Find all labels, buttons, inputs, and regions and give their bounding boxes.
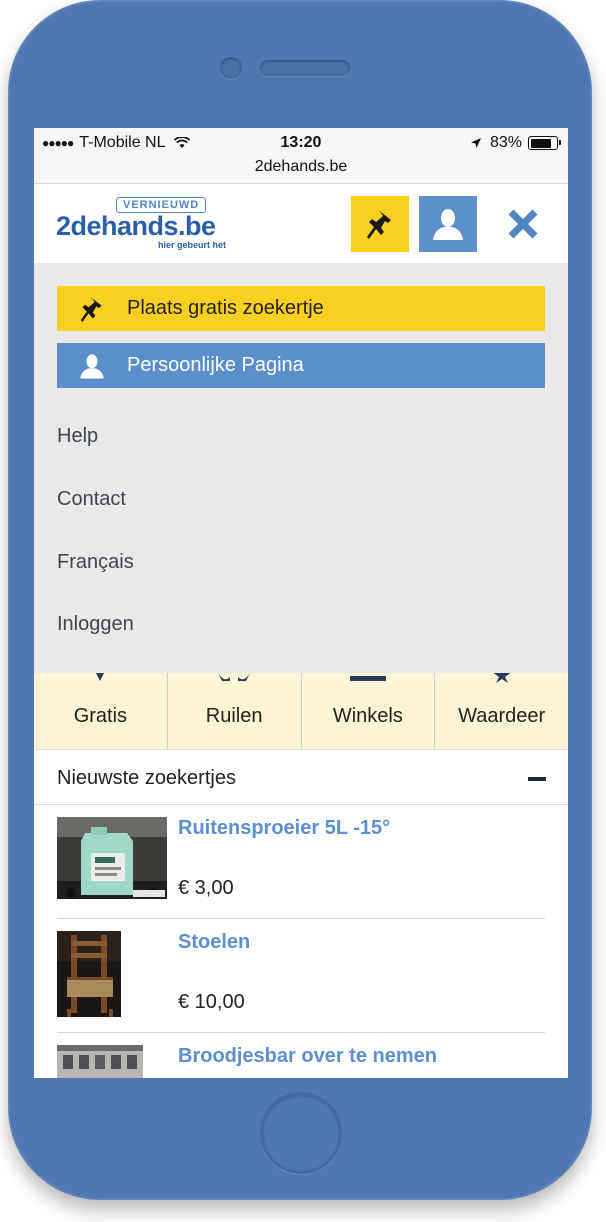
menu-link-contact[interactable]: Contact (57, 488, 126, 511)
listing-price: € 10,00 (178, 991, 245, 1013)
user-icon (433, 209, 463, 240)
site-header: VERNIEUWD 2dehands.be hier gebeurt het (34, 185, 568, 263)
location-arrow-icon (470, 138, 481, 148)
category-gratis[interactable]: Gratis (34, 673, 168, 749)
pushpin-icon (367, 210, 391, 239)
shop-icon (349, 676, 386, 681)
logo-tagline: hier gebeurt het (158, 240, 227, 250)
listing-title[interactable]: Broodjesbar over te nemen (178, 1045, 437, 1068)
logo-text: 2dehands.be (56, 211, 216, 241)
personal-page-label: Persoonlijke Pagina (127, 354, 304, 376)
menu-link-francais[interactable]: Français (57, 551, 134, 574)
close-menu-button[interactable] (494, 196, 552, 252)
category-waardeer[interactable]: Waardeer (435, 673, 568, 749)
address-url[interactable]: 2dehands.be (34, 158, 568, 176)
chair-photo-icon (57, 931, 121, 1022)
listing-item[interactable]: Stoelen € 10,00 (57, 919, 545, 1033)
camera (220, 57, 242, 79)
listing-title[interactable]: Ruitensproeier 5L -15° (178, 817, 390, 840)
place-ad-label: Plaats gratis zoekertje (127, 297, 324, 319)
place-ad-button[interactable]: Plaats gratis zoekertje (57, 286, 545, 331)
home-button[interactable] (260, 1092, 342, 1174)
place-ad-header-button[interactable] (351, 196, 409, 252)
listing-item[interactable]: Broodjesbar over te nemen (57, 1033, 545, 1078)
user-icon (57, 351, 127, 381)
profile-header-button[interactable] (419, 196, 477, 252)
personal-page-button[interactable]: Persoonlijke Pagina (57, 343, 545, 388)
battery-icon (528, 136, 561, 150)
washer-fluid-photo-icon (57, 817, 167, 904)
battery-percent: 83% (489, 134, 522, 151)
speaker (260, 60, 350, 76)
dropdown-menu: Plaats gratis zoekertje Persoonlijke Pag… (34, 263, 568, 673)
category-label: Gratis (73, 705, 128, 727)
gift-icon (96, 673, 105, 681)
menu-link-login[interactable]: Inloggen (57, 613, 134, 636)
collapse-icon[interactable] (528, 777, 546, 781)
listing-item[interactable]: Ruitensproeier 5L -15° € 3,00 (57, 805, 545, 919)
category-strip: Gratis Ruilen Winkels Waardeer (34, 673, 568, 750)
category-label: Waardeer (458, 705, 546, 727)
pushpin-icon (57, 294, 127, 324)
status-right: 83% (470, 134, 561, 152)
battery-fill (530, 138, 552, 148)
category-label: Winkels (332, 705, 403, 727)
listing-title[interactable]: Stoelen (178, 931, 250, 954)
star-icon (493, 673, 510, 683)
site-logo[interactable]: VERNIEUWD 2dehands.be hier gebeurt het (56, 197, 236, 253)
close-icon (508, 209, 538, 239)
listing-price: € 3,00 (178, 877, 234, 899)
newest-ads-header[interactable]: Nieuwste zoekertjes (34, 751, 568, 805)
status-bar: ●●●●● T-Mobile NL 13:20 83% 2dehands.be (34, 128, 568, 184)
category-ruilen[interactable]: Ruilen (168, 673, 302, 749)
building-photo-icon (57, 1045, 143, 1078)
swap-icon (218, 673, 251, 681)
section-title: Nieuwste zoekertjes (57, 767, 236, 789)
category-winkels[interactable]: Winkels (302, 673, 436, 749)
category-label: Ruilen (205, 705, 263, 727)
menu-link-help[interactable]: Help (57, 425, 98, 448)
screen: ●●●●● T-Mobile NL 13:20 83% 2dehands.be … (34, 128, 568, 1078)
